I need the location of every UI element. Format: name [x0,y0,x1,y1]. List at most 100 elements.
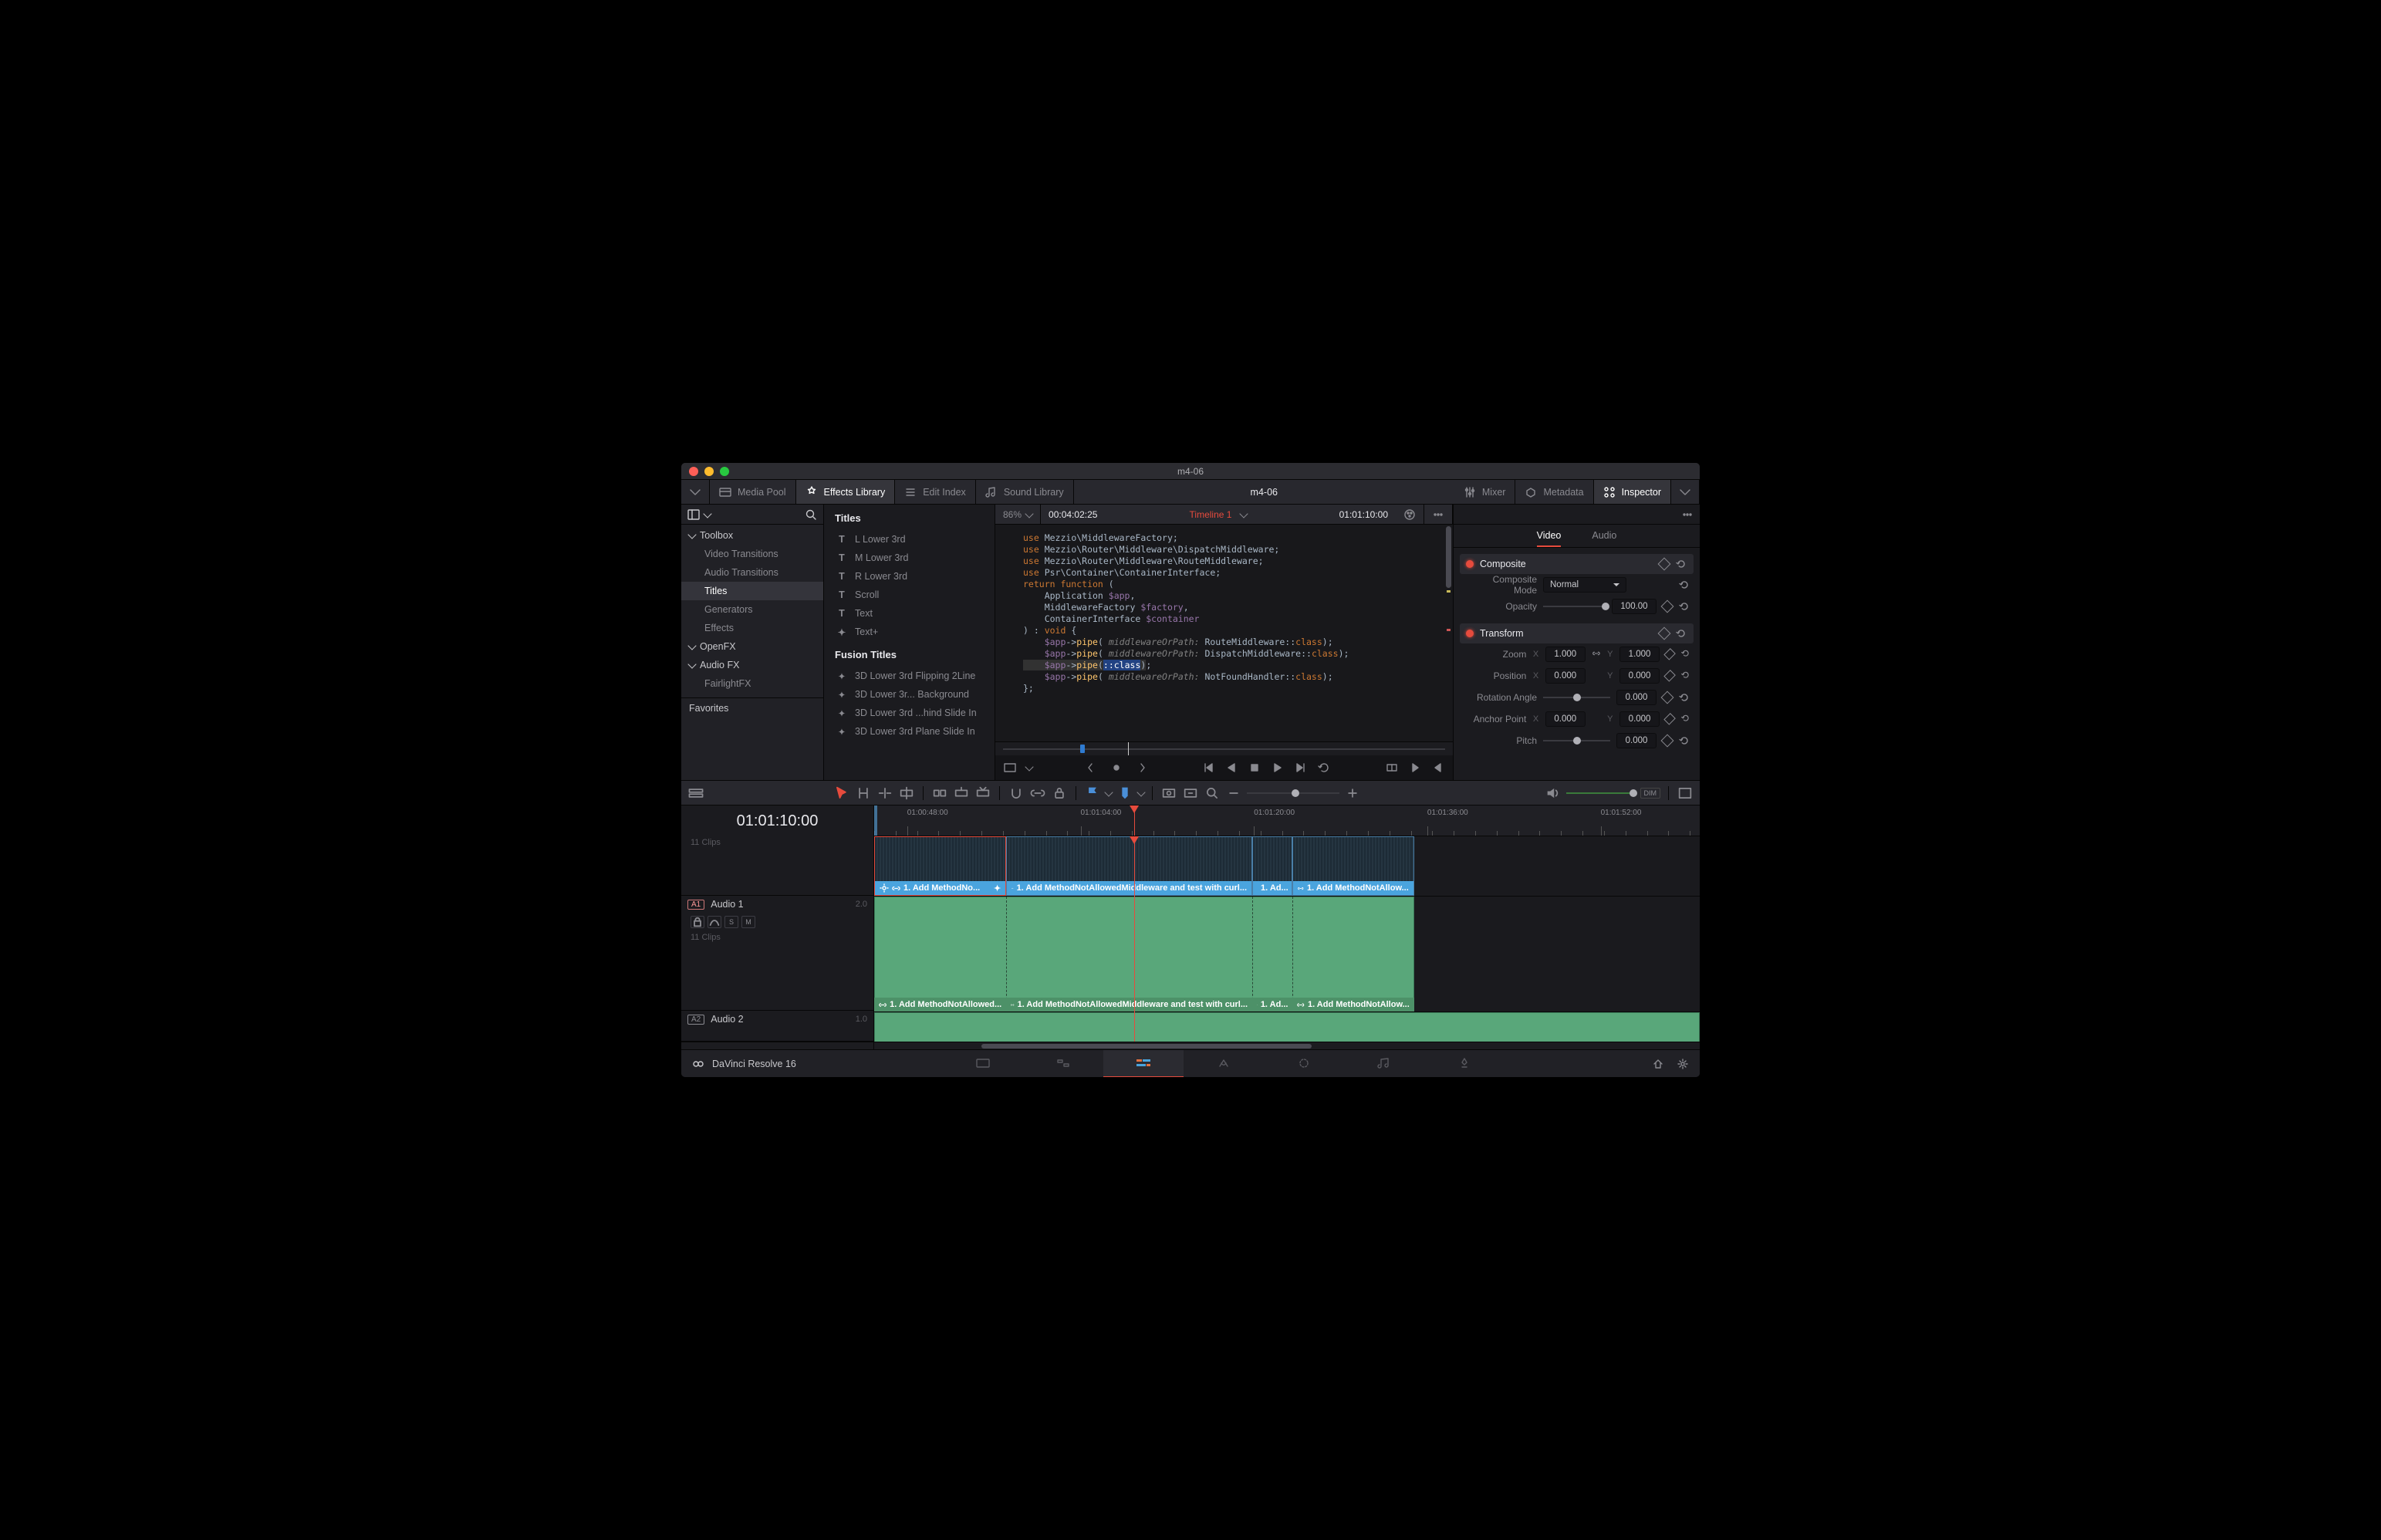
zoom-detail-button[interactable] [1182,785,1199,802]
zoom-y-value[interactable]: 1.000 [1619,647,1660,662]
flag-button[interactable] [1084,785,1101,802]
media-pool-toggle[interactable]: Media Pool [710,480,796,504]
audio-clip-label[interactable]: 1. Add MethodNotAllowed... [874,998,1006,1011]
next-edit-button[interactable] [1133,761,1147,775]
audio1-mute-button[interactable]: M [741,916,755,928]
transform-keyframe-button[interactable] [1658,627,1671,640]
rotation-keyframe[interactable] [1661,691,1674,704]
video-clip[interactable]: 1. Add MethodNotAllow... [1292,836,1413,896]
add-keyframe-button[interactable] [1109,761,1123,775]
composite-reset-button[interactable] [1675,558,1687,570]
mixer-toggle[interactable]: Mixer [1454,480,1516,504]
position-reset[interactable] [1680,670,1691,682]
viewer-options-color-button[interactable] [1396,505,1424,524]
close-window-button[interactable] [689,467,698,476]
zoom-x-value[interactable]: 1.000 [1545,647,1586,662]
panel-menu-button[interactable] [703,509,711,518]
search-icon[interactable] [805,508,817,521]
home-button[interactable] [1652,1058,1664,1070]
toolbox-item[interactable]: Titles [681,582,823,600]
opacity-slider[interactable] [1543,599,1606,614]
anchor-x-value[interactable]: 0.000 [1545,711,1586,727]
composite-mode-reset[interactable] [1678,579,1690,591]
fusion-title-preset[interactable]: ✦3D Lower 3r... Background [829,685,990,704]
audio-clip-label[interactable]: 1. Add MethodNotAllowedMiddleware and te… [1006,998,1252,1011]
transform-enable-toggle[interactable] [1466,630,1474,637]
transform-reset-button[interactable] [1675,627,1687,640]
marker-button[interactable] [1116,785,1133,802]
favorites-section[interactable]: Favorites [681,697,823,718]
position-keyframe[interactable] [1663,670,1676,682]
right-layout-menu-button[interactable] [1671,480,1700,504]
fusion-title-preset[interactable]: ✦3D Lower 3rd ...hind Slide In [829,704,990,722]
page-color[interactable] [1264,1050,1344,1077]
viewer-zoom-button[interactable]: 86% [995,505,1041,524]
rotation-reset[interactable] [1678,691,1690,704]
position-x-value[interactable]: 0.000 [1545,668,1586,684]
anchor-y-value[interactable]: 0.000 [1619,711,1660,727]
toolbox-item[interactable]: Toolbox [681,526,823,545]
zoom-reset[interactable] [1680,648,1691,660]
pitch-keyframe[interactable] [1661,735,1674,748]
audio1-curve-button[interactable] [708,916,721,928]
inspector-tab-audio[interactable]: Audio [1592,525,1616,547]
pitch-value[interactable]: 0.000 [1616,733,1657,748]
edit-index-toggle[interactable]: Edit Index [895,480,976,504]
page-edit[interactable] [1103,1050,1184,1077]
audio1-lock-button[interactable] [691,916,704,928]
overwrite-clip-button[interactable] [953,785,970,802]
layout-menu-button[interactable] [681,480,710,504]
fusion-title-preset[interactable]: ✦3D Lower 3rd Plane Slide In [829,722,990,741]
effects-library-toggle[interactable]: Effects Library [796,480,896,504]
inspector-more-icon[interactable] [1681,508,1694,521]
link-toggle[interactable] [1029,785,1046,802]
timeline-view-options[interactable] [687,785,704,802]
rotation-value[interactable]: 0.000 [1616,690,1657,705]
title-preset[interactable]: TR Lower 3rd [829,567,990,586]
anchor-reset[interactable] [1680,713,1691,725]
inspector-toggle[interactable]: Inspector [1594,480,1671,504]
zoom-in-button[interactable] [1344,785,1361,802]
page-fusion[interactable] [1184,1050,1264,1077]
composite-keyframe-button[interactable] [1658,558,1671,571]
viewer-options-menu[interactable] [1424,505,1453,524]
pitch-slider[interactable] [1543,733,1610,748]
page-media[interactable] [943,1050,1023,1077]
title-preset[interactable]: TL Lower 3rd [829,530,990,549]
flag-menu[interactable] [1104,788,1113,796]
fusion-title-preset[interactable]: ✦3D Lower 3rd Flipping 2Line [829,667,990,685]
insert-clip-button[interactable] [931,785,948,802]
mark-in-button[interactable] [1408,761,1422,775]
match-frame-button[interactable] [1385,761,1399,775]
prev-edit-button[interactable] [1086,761,1100,775]
timeline-name[interactable]: Timeline 1 [1190,509,1232,520]
zoom-custom-button[interactable] [1204,785,1221,802]
title-preset[interactable]: TM Lower 3rd [829,549,990,567]
snap-toggle[interactable] [1008,785,1025,802]
title-preset[interactable]: TText [829,604,990,623]
timeline-horizontal-scrollbar[interactable] [874,1042,1700,1049]
video-clip[interactable]: 1. Add MethodNotAllowedMiddleware and te… [1006,836,1252,896]
timeline-dropdown-icon[interactable] [1240,509,1248,518]
audio-clip-label[interactable]: 1. Add MethodNotAllow... [1292,998,1413,1011]
timeline-ruler[interactable]: 01:00:48:0001:01:04:0001:01:20:0001:01:3… [874,805,1700,836]
toolbox-item[interactable]: FairlightFX [681,674,823,693]
expand-timeline-button[interactable] [1677,785,1694,802]
zoom-out-button[interactable] [1225,785,1242,802]
audio2-tag[interactable]: A2 [687,1015,704,1025]
viewer-scrollbar[interactable] [1446,526,1451,740]
lock-toggle[interactable] [1051,785,1068,802]
anchor-keyframe[interactable] [1663,713,1676,725]
audio-clip-label[interactable]: 1. Ad... [1252,998,1292,1011]
sound-library-toggle[interactable]: Sound Library [976,480,1074,504]
composite-enable-toggle[interactable] [1466,560,1474,568]
mute-button[interactable] [1545,785,1562,802]
toolbox-item[interactable]: Audio Transitions [681,563,823,582]
safe-area-button[interactable] [1003,761,1017,775]
title-preset[interactable]: ✦Text+ [829,623,990,641]
toolbox-item[interactable]: Effects [681,619,823,637]
zoom-full-button[interactable] [1160,785,1177,802]
trim-tool[interactable] [855,785,872,802]
replace-clip-button[interactable] [974,785,991,802]
composite-mode-select[interactable]: Normal [1543,577,1626,593]
